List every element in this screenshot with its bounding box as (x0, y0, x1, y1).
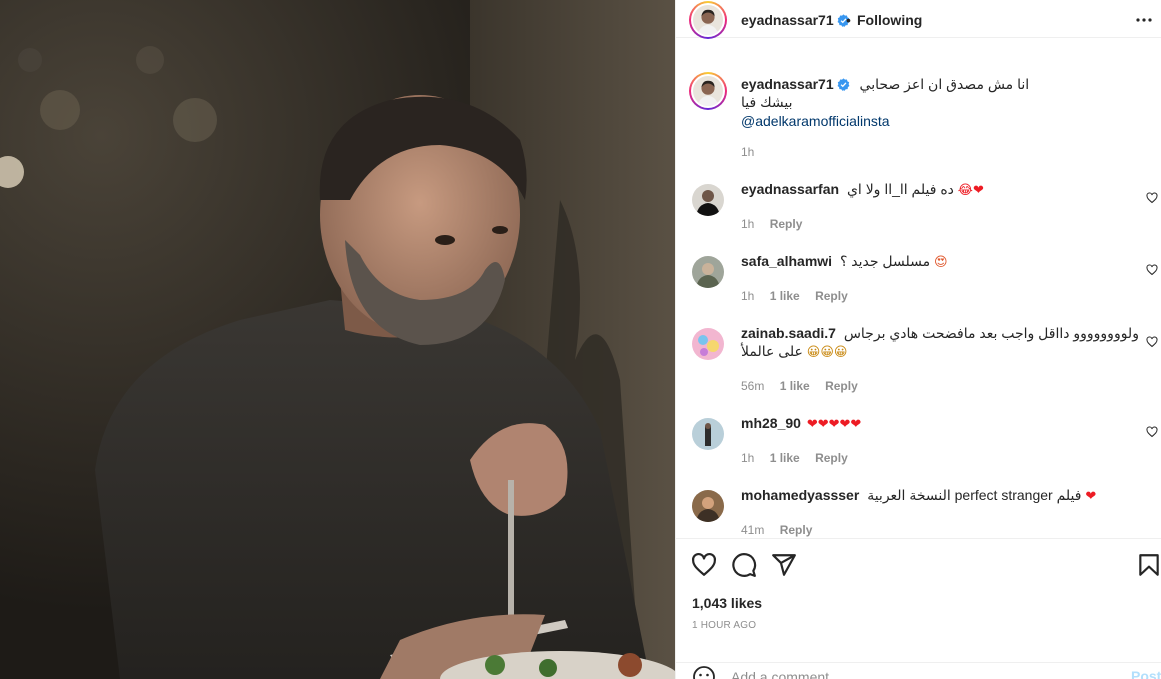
post-timestamp: 1 HOUR AGO (692, 620, 757, 631)
comment-username[interactable]: zainab.saadi.7 (741, 325, 836, 341)
caption-username[interactable]: eyadnassar71 (741, 76, 834, 92)
comment-text-line2: على عالملأ (741, 343, 803, 359)
heart-icon[interactable] (1146, 426, 1158, 438)
comment-emoji: ❤❤❤❤❤ (806, 417, 862, 432)
comment-likes[interactable]: 1 like (770, 289, 800, 303)
comment-text: مسلسل جديد ؟ (839, 253, 931, 269)
comment-item: eyadnassarfan ده فيلم اا_اا ولا اي 😂❤ 1h… (676, 180, 1161, 240)
comment-text: فيلم perfect stranger النسخة العربية (867, 487, 1082, 503)
likes-count[interactable]: 1,043 likes (692, 595, 762, 611)
comment-composer: Post (676, 662, 1161, 679)
comment-username[interactable]: safa_alhamwi (741, 253, 832, 269)
heart-icon[interactable] (1146, 336, 1158, 348)
commenter-avatar[interactable] (692, 328, 724, 360)
comment-time: 1h (741, 289, 755, 303)
heart-icon[interactable] (691, 552, 717, 578)
commenter-avatar[interactable] (692, 418, 724, 450)
commenter-avatar[interactable] (692, 490, 724, 522)
post-actions: 1,043 likes 1 HOUR AGO Post (676, 538, 1161, 679)
comment-item: zainab.saadi.7 ولوووووووو دااقل واجب بعد… (676, 324, 1161, 404)
reply-button[interactable]: Reply (825, 379, 858, 393)
reply-button[interactable]: Reply (815, 289, 848, 303)
comment-item: safa_alhamwi مسلسل جديد ؟ 😍 1h 1 like Re… (676, 252, 1161, 312)
commenter-avatar[interactable] (692, 184, 724, 216)
comment-item: mohamedyassser فيلم perfect stranger الن… (676, 486, 1161, 538)
caption-mention-link[interactable]: @adelkaramofficialinsta (741, 113, 890, 129)
heart-icon[interactable] (1146, 192, 1158, 204)
comment-text: ولوووووووو دااقل واجب بعد مافضحت هادي بر… (843, 325, 1139, 341)
comment-emoji: 😂❤ (957, 183, 984, 198)
comment-emoji: ❤ (1085, 489, 1097, 504)
comment-emoji: 😍 (934, 255, 948, 270)
comment-icon[interactable] (731, 552, 757, 578)
comment-likes[interactable]: 1 like (780, 379, 810, 393)
post-image[interactable] (0, 0, 675, 679)
author-avatar[interactable] (689, 1, 727, 39)
comment-input[interactable] (731, 667, 1111, 679)
reply-button[interactable]: Reply (770, 217, 803, 231)
comment-item: mh28_90 ❤❤❤❤❤ 1h 1 like Reply (676, 414, 1161, 474)
post-header: eyadnassar71 • Following (676, 0, 1161, 39)
caption-author-avatar[interactable] (689, 72, 727, 110)
caption-timestamp: 1h (741, 145, 755, 159)
verified-icon (837, 78, 850, 91)
post-panel: eyadnassar71 • Following eyadnassar71 ان… (675, 0, 1161, 679)
comment-username[interactable]: mh28_90 (741, 415, 801, 431)
caption-text: انا مش مصدق ان اعز صحابي (859, 76, 1030, 92)
comments-list[interactable]: eyadnassar71 انا مش مصدق ان اعز صحابي بي… (676, 52, 1161, 538)
reply-button[interactable]: Reply (815, 451, 848, 465)
comment-emoji: 😀😀😀 (806, 345, 848, 360)
comment-text: ده فيلم اا_اا ولا اي (846, 181, 954, 197)
reply-button[interactable]: Reply (780, 523, 813, 537)
comment-username[interactable]: eyadnassarfan (741, 181, 839, 197)
comment-time: 56m (741, 379, 765, 393)
comment-time: 41m (741, 523, 765, 537)
comment-time: 1h (741, 217, 755, 231)
post-comment-button[interactable]: Post (1131, 668, 1161, 679)
comment-username[interactable]: mohamedyassser (741, 487, 859, 503)
commenter-avatar[interactable] (692, 256, 724, 288)
emoji-icon[interactable] (692, 665, 716, 679)
comment-likes[interactable]: 1 like (770, 451, 800, 465)
bookmark-icon[interactable] (1136, 552, 1161, 578)
following-button[interactable]: Following (857, 12, 922, 28)
share-icon[interactable] (771, 552, 797, 578)
caption-text-line2: بيشك فيا (741, 94, 793, 110)
more-icon[interactable] (1136, 12, 1152, 28)
comment-time: 1h (741, 451, 755, 465)
heart-icon[interactable] (1146, 264, 1158, 276)
separator-dot: • (846, 12, 851, 28)
author-username[interactable]: eyadnassar71 (741, 12, 834, 28)
